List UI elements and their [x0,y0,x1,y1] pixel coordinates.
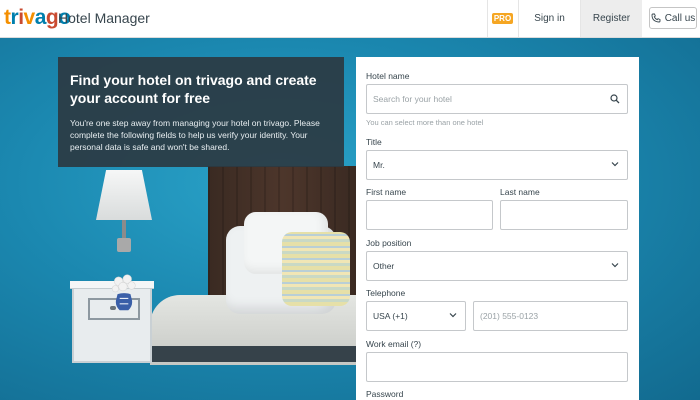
signin-link[interactable]: Sign in [518,0,580,37]
registration-form: Hotel name Search for your hotel You can… [356,57,639,400]
hotel-search-placeholder: Search for your hotel [373,94,452,104]
title-value: Mr. [373,160,385,170]
work-email-input[interactable] [366,352,628,382]
work-email-label: Work email (?) [366,339,422,349]
app-title: Hotel Manager [58,10,150,26]
striped-pillow [282,232,350,306]
first-name-label: First name [366,187,407,197]
job-position-value: Other [373,261,395,271]
call-us-label: Call us [664,12,696,24]
chevron-down-icon [611,162,619,167]
job-position-select[interactable]: Other [366,251,628,281]
register-link[interactable]: Register [580,0,642,37]
flower-vase [111,274,136,311]
lamp-base [117,238,131,252]
hotel-name-label: Hotel name [366,71,410,81]
country-code-select[interactable]: USA (+1) [366,301,466,331]
telephone-label: Telephone [366,288,406,298]
country-code-value: USA (+1) [373,311,408,321]
phone-icon [651,13,661,23]
call-us-button[interactable]: Call us [649,7,697,29]
password-label: Password [366,389,404,399]
bed-stripe [150,346,360,362]
intro-body: You're one step away from managing your … [70,118,320,152]
hotel-hint: You can select more than one hotel [366,118,484,127]
last-name-label: Last name [500,187,540,197]
chevron-down-icon [611,263,619,268]
chevron-down-icon [449,313,457,318]
phone-input[interactable]: (201) 555-0123 [473,301,628,331]
intro-panel: Find your hotel on trivago and create yo… [58,57,344,167]
pro-badge: PRO [487,0,517,37]
search-icon [610,94,620,104]
last-name-input[interactable] [500,200,628,230]
phone-placeholder: (201) 555-0123 [480,311,539,321]
first-name-input[interactable] [366,200,493,230]
intro-heading: Find your hotel on trivago and create yo… [70,72,317,106]
title-label: Title [366,137,382,147]
job-position-label: Job position [366,238,412,248]
pro-badge-label: PRO [491,13,514,24]
top-header: trivago Hotel Manager PRO Sign in Regist… [0,0,700,38]
hotel-search-input[interactable]: Search for your hotel [366,84,628,114]
title-select[interactable]: Mr. [366,150,628,180]
